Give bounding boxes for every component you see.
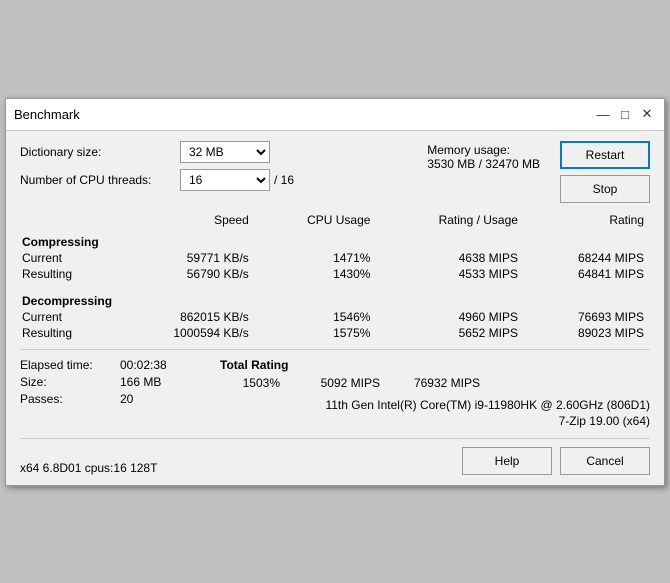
threads-row: Number of CPU threads: 16 8 4 / 16 [20, 169, 407, 191]
dict-size-label: Dictionary size: [20, 145, 180, 159]
cancel-button[interactable]: Cancel [560, 447, 650, 475]
decomp-resulting-label: Resulting [20, 325, 114, 341]
compressing-current-row: Current 59771 KB/s 1471% 4638 MIPS 68244… [20, 250, 650, 266]
decomp-current-cpu: 1546% [255, 309, 377, 325]
total-mips1: 5092 MIPS [300, 376, 380, 390]
comp-current-rating-usage: 4638 MIPS [376, 250, 524, 266]
decompressing-section-label: Decompressing [20, 288, 650, 309]
col-header-speed: Speed [114, 211, 255, 229]
cpu-info-line1: 11th Gen Intel(R) Core(TM) i9-11980HK @ … [220, 398, 650, 412]
elapsed-row: Elapsed time: 00:02:38 [20, 358, 220, 372]
col-header-rating-usage: Rating / Usage [376, 211, 524, 229]
rating-values-row: 1503% 5092 MIPS 76932 MIPS [220, 376, 650, 390]
comp-resulting-rating: 64841 MIPS [524, 266, 650, 282]
decomp-current-rating-usage: 4960 MIPS [376, 309, 524, 325]
comp-current-label: Current [20, 250, 114, 266]
build-info: x64 6.8D01 cpus:16 128T [20, 461, 157, 475]
minimize-button[interactable]: — [594, 105, 612, 123]
comp-current-speed: 59771 KB/s [114, 250, 255, 266]
decompressing-resulting-row: Resulting 1000594 KB/s 1575% 5652 MIPS 8… [20, 325, 650, 341]
decomp-resulting-cpu: 1575% [255, 325, 377, 341]
comp-resulting-cpu: 1430% [255, 266, 377, 282]
decompressing-header-row: Decompressing [20, 288, 650, 309]
comp-current-cpu: 1471% [255, 250, 377, 266]
passes-row: Passes: 20 [20, 392, 220, 406]
table-header-row: Speed CPU Usage Rating / Usage Rating [20, 211, 650, 229]
decomp-current-speed: 862015 KB/s [114, 309, 255, 325]
window-title: Benchmark [14, 107, 80, 122]
decomp-resulting-rating: 89023 MIPS [524, 325, 650, 341]
stop-button[interactable]: Stop [560, 175, 650, 203]
decompressing-current-row: Current 862015 KB/s 1546% 4960 MIPS 7669… [20, 309, 650, 325]
elapsed-value: 00:02:38 [120, 358, 167, 372]
passes-label: Passes: [20, 392, 120, 406]
memory-label: Memory usage: [427, 143, 540, 157]
size-label: Size: [20, 375, 120, 389]
left-stats: Elapsed time: 00:02:38 Size: 166 MB Pass… [20, 358, 220, 430]
window-controls: — □ ✕ [594, 105, 656, 123]
benchmark-window: Benchmark — □ ✕ Dictionary size: 32 MB 6… [5, 98, 665, 486]
compressing-resulting-row: Resulting 56790 KB/s 1430% 4533 MIPS 648… [20, 266, 650, 282]
help-button[interactable]: Help [462, 447, 552, 475]
col-header-label [20, 211, 114, 229]
comp-resulting-rating-usage: 4533 MIPS [376, 266, 524, 282]
threads-select[interactable]: 16 8 4 [180, 169, 270, 191]
decomp-current-label: Current [20, 309, 114, 325]
comp-resulting-speed: 56790 KB/s [114, 266, 255, 282]
size-value: 166 MB [120, 375, 161, 389]
elapsed-label: Elapsed time: [20, 358, 120, 372]
cpu-info-line2: 7-Zip 19.00 (x64) [220, 414, 650, 428]
threads-label: Number of CPU threads: [20, 173, 180, 187]
total-cpu-pct: 1503% [220, 376, 280, 390]
threads-suffix: / 16 [274, 173, 294, 187]
comp-current-rating: 68244 MIPS [524, 250, 650, 266]
main-content: Dictionary size: 32 MB 64 MB 128 MB Numb… [6, 131, 664, 485]
total-mips2: 76932 MIPS [400, 376, 480, 390]
close-button[interactable]: ✕ [638, 105, 656, 123]
col-header-rating: Rating [524, 211, 650, 229]
action-buttons: Restart Stop [560, 141, 650, 203]
memory-value: 3530 MB / 32470 MB [427, 157, 540, 171]
compressing-header-row: Compressing [20, 229, 650, 250]
bottom-section: Elapsed time: 00:02:38 Size: 166 MB Pass… [20, 349, 650, 430]
right-ratings: Total Rating 1503% 5092 MIPS 76932 MIPS … [220, 358, 650, 430]
decomp-current-rating: 76693 MIPS [524, 309, 650, 325]
dict-size-select[interactable]: 32 MB 64 MB 128 MB [180, 141, 270, 163]
footer: x64 6.8D01 cpus:16 128T Help Cancel [20, 438, 650, 475]
top-controls-row: Dictionary size: 32 MB 64 MB 128 MB Numb… [20, 141, 650, 203]
footer-buttons: Help Cancel [462, 447, 650, 475]
benchmark-table: Speed CPU Usage Rating / Usage Rating Co… [20, 211, 650, 341]
left-controls: Dictionary size: 32 MB 64 MB 128 MB Numb… [20, 141, 407, 197]
size-row: Size: 166 MB [20, 375, 220, 389]
compressing-section-label: Compressing [20, 229, 650, 250]
memory-block: Memory usage: 3530 MB / 32470 MB [427, 143, 540, 171]
col-header-cpu: CPU Usage [255, 211, 377, 229]
passes-value: 20 [120, 392, 133, 406]
restart-button[interactable]: Restart [560, 141, 650, 169]
decomp-resulting-rating-usage: 5652 MIPS [376, 325, 524, 341]
total-rating-label: Total Rating [220, 358, 650, 372]
decomp-resulting-speed: 1000594 KB/s [114, 325, 255, 341]
maximize-button[interactable]: □ [616, 105, 634, 123]
dict-size-row: Dictionary size: 32 MB 64 MB 128 MB [20, 141, 407, 163]
titlebar: Benchmark — □ ✕ [6, 99, 664, 131]
comp-resulting-label: Resulting [20, 266, 114, 282]
